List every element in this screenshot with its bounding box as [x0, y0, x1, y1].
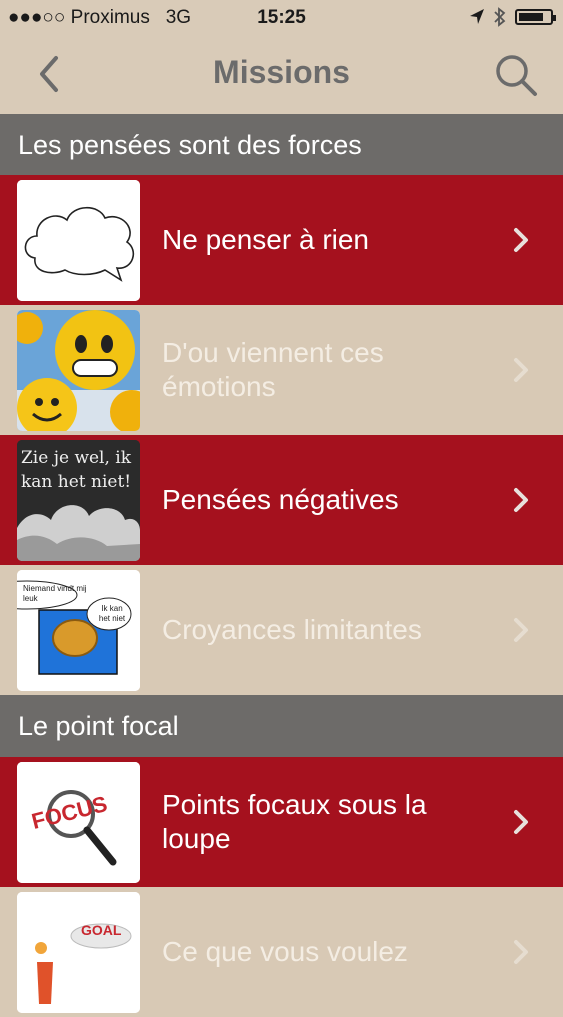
item-label: Pensées négatives [162, 484, 399, 515]
smiley-thumbnail [17, 310, 140, 431]
brain-thumbnail: Niemand vindt mij leuk Ik kan het niet [17, 570, 140, 691]
list-item-croyances-limitantes[interactable]: Niemand vindt mij leuk Ik kan het niet C… [0, 565, 563, 695]
list-item-ne-penser-a-rien[interactable]: Ne penser à rien [0, 175, 563, 305]
thumbnail-caption: Zie je wel, ik kan het niet! [21, 448, 132, 492]
chevron-right-icon [514, 358, 528, 382]
thumbnail-caption: GOAL [81, 922, 122, 938]
item-label: Points focaux sous la loupe [162, 789, 427, 854]
chalk-text-thumbnail: Zie je wel, ik kan het niet! [17, 440, 140, 561]
chevron-right-icon [514, 618, 528, 642]
speech-bubble-text: Niemand vindt mij leuk [23, 584, 87, 603]
list-item-emotions[interactable]: D'ou viennent ces émotions [0, 305, 563, 435]
goal-illustration [17, 892, 140, 1013]
location-arrow-icon [470, 9, 484, 24]
cloud-illustration [17, 180, 140, 301]
list-item-pensees-negatives[interactable]: Zie je wel, ik kan het niet! Pensées nég… [0, 435, 563, 565]
speech-bubble-text: Ik kan het niet [98, 604, 126, 623]
smiley-faces-illustration [17, 310, 140, 431]
item-label: Ne penser à rien [162, 224, 370, 255]
goal-thumbnail: GOAL [17, 892, 140, 1013]
item-label: Croyances limitantes [162, 614, 422, 645]
battery-icon [515, 9, 556, 25]
chevron-right-icon [514, 228, 528, 252]
item-label: D'ou viennent ces émotions [162, 337, 384, 402]
chevron-right-icon [514, 940, 528, 964]
chevron-right-icon [514, 810, 528, 834]
search-icon [496, 55, 537, 96]
list-item-ce-que-vous-voulez[interactable]: GOAL Ce que vous voulez [0, 887, 563, 1017]
focus-thumbnail: FOCUS [17, 762, 140, 883]
section-header: Les pensées sont des forces [0, 114, 563, 176]
search-button[interactable] [493, 52, 539, 98]
status-bar: ●●●○○ Proximus 3G 15:25 [0, 0, 563, 36]
status-icons [469, 7, 556, 27]
cloud-thumbnail [17, 180, 140, 301]
chevron-right-icon [514, 488, 528, 512]
item-label: Ce que vous voulez [162, 936, 408, 967]
bluetooth-icon [494, 7, 506, 27]
list-item-points-focaux[interactable]: FOCUS Points focaux sous la loupe [0, 757, 563, 887]
page-title: Missions [213, 54, 350, 90]
navigation-bar: Missions [0, 36, 563, 115]
section-header: Le point focal [0, 695, 563, 757]
